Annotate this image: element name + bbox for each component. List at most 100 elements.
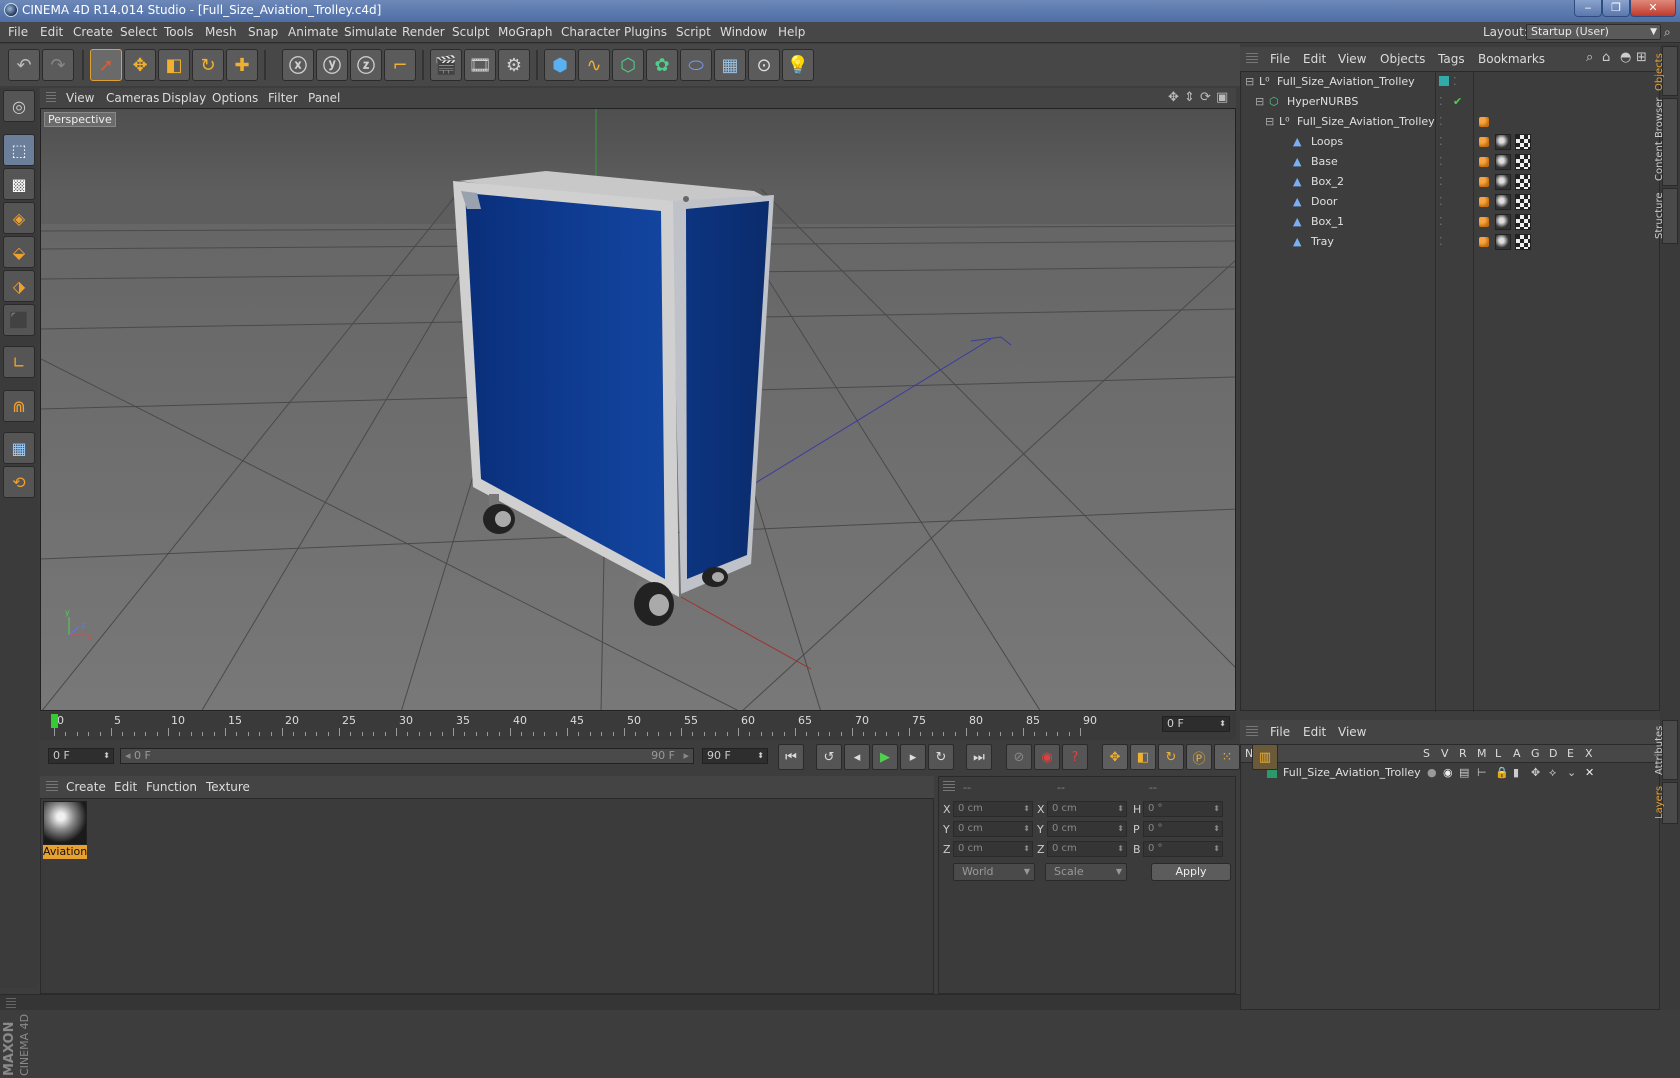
material-tag-icon[interactable] <box>1495 134 1511 150</box>
model-mode-icon[interactable]: ⬚ <box>3 134 35 166</box>
tab-content-browser[interactable]: Content Browser <box>1654 98 1678 186</box>
layout-select[interactable]: Startup (User) ▼ <box>1526 24 1661 40</box>
material-tag-icon[interactable] <box>1495 174 1511 190</box>
menu-mesh[interactable]: Mesh <box>205 25 237 39</box>
object-menu-objects[interactable]: Objects <box>1380 52 1425 66</box>
material-tag-icon[interactable] <box>1495 234 1511 250</box>
spinner-icon[interactable]: ⬍ <box>1117 842 1124 856</box>
end-frame-field[interactable]: 90 F ⬍ <box>702 748 768 764</box>
locked-workplane-icon[interactable]: ⟲ <box>3 466 35 498</box>
add-icon[interactable]: ✚ <box>226 49 258 81</box>
layer-col-manager[interactable]: M <box>1477 747 1487 760</box>
visibility-dots-icon[interactable]: ⁚ <box>1439 115 1443 128</box>
spinner-icon[interactable]: ⬍ <box>1213 842 1220 856</box>
menu-file[interactable]: File <box>8 25 28 39</box>
render-settings-icon[interactable]: ⚙ <box>498 49 530 81</box>
live-selection-icon[interactable]: ➚ <box>90 49 122 81</box>
eye-icon[interactable]: ◓ <box>1620 50 1631 65</box>
menu-create[interactable]: Create <box>73 25 113 39</box>
viewport-menu-view[interactable]: View <box>66 91 94 105</box>
visibility-dots-icon[interactable]: ⁚ <box>1439 195 1443 208</box>
previous-frame-button[interactable]: ◂ <box>844 744 870 770</box>
workplane-icon[interactable]: ◈ <box>3 202 35 234</box>
nurbs-icon[interactable]: ⬡ <box>612 49 644 81</box>
object-menu-edit[interactable]: Edit <box>1303 52 1326 66</box>
range-left-arrow-icon[interactable]: ◂ <box>125 749 134 762</box>
search-icon[interactable]: ⌕ <box>1586 50 1593 65</box>
layer-col-locked[interactable]: L <box>1495 747 1501 760</box>
home-icon[interactable]: ⌂ <box>1602 50 1610 65</box>
visibility-dots-icon[interactable]: ⁚ <box>1453 75 1457 88</box>
layer-menu-view[interactable]: View <box>1338 725 1366 739</box>
uvw-tag-icon[interactable] <box>1515 214 1531 230</box>
material-tag-icon[interactable] <box>1495 194 1511 210</box>
transform-mode-dropdown[interactable]: Scale ▼ <box>1045 863 1127 881</box>
layer-col-expressions[interactable]: E <box>1567 747 1574 760</box>
next-frame-button[interactable]: ▸ <box>900 744 926 770</box>
object-row[interactable]: ⊟ L⁰ Full_Size_Aviation_Trolley ⁚ <box>1241 72 1659 92</box>
material-menu-edit[interactable]: Edit <box>114 780 137 794</box>
toggle-view-icon[interactable]: ▣ <box>1216 90 1228 105</box>
spinner-icon[interactable]: ⬍ <box>757 749 764 763</box>
phong-tag-icon[interactable] <box>1479 137 1489 147</box>
timeline-ruler[interactable]: 0 5 10 15 20 25 30 35 40 45 50 55 60 65 70 75 80 85 90 0 F… <box>40 712 1236 740</box>
floor-icon[interactable]: ▦ <box>714 49 746 81</box>
size-y-field[interactable]: 0 cm ⬍ <box>1047 821 1127 837</box>
rot-p-field[interactable]: 0 ° ⬍ <box>1143 821 1223 837</box>
phong-tag-icon[interactable] <box>1479 177 1489 187</box>
timeline-playhead[interactable] <box>51 714 58 728</box>
phong-tag-icon[interactable] <box>1479 157 1489 167</box>
camera-label[interactable]: Perspective <box>44 112 116 127</box>
key-scale-icon[interactable]: ◧ <box>1130 744 1156 770</box>
go-to-end-button[interactable]: ⏭ <box>966 744 992 770</box>
play-button[interactable]: ▶ <box>872 744 898 770</box>
spline-icon[interactable]: ∿ <box>578 49 610 81</box>
layer-row[interactable]: Full_Size_Aviation_Trolley ● ◉ ▤ ⊢ 🔒 ▮ ✥… <box>1241 763 1659 783</box>
apply-button[interactable]: Apply <box>1151 863 1231 881</box>
phong-tag-icon[interactable] <box>1479 217 1489 227</box>
phong-tag-icon[interactable] <box>1479 197 1489 207</box>
range-right-arrow-icon[interactable]: ▸ <box>683 749 689 763</box>
menu-render[interactable]: Render <box>402 25 445 39</box>
pos-z-field[interactable]: 0 cm ⬍ <box>953 841 1033 857</box>
viewport-menu-filter[interactable]: Filter <box>268 91 298 105</box>
workplane-lock-icon[interactable]: ▦ <box>3 432 35 464</box>
object-row[interactable]: ⊟ ⬡ HyperNURBS ⁚ ✔ <box>1241 92 1659 112</box>
lock-icon[interactable]: 🔒 <box>1495 766 1509 779</box>
material-tag-icon[interactable] <box>1495 214 1511 230</box>
material-preview-sphere[interactable] <box>43 801 87 845</box>
camera-icon[interactable]: ⊙ <box>748 49 780 81</box>
uvw-tag-icon[interactable] <box>1515 194 1531 210</box>
key-parameter-icon[interactable]: Ⓟ <box>1186 744 1212 770</box>
perspective-viewport[interactable]: y x z Perspective <box>40 108 1236 711</box>
material-menu-create[interactable]: Create <box>66 780 106 794</box>
zoom-view-icon[interactable]: ⇕ <box>1184 90 1195 105</box>
menu-animate[interactable]: Animate <box>288 25 338 39</box>
panel-grip-icon[interactable] <box>1246 726 1258 738</box>
tab-objects[interactable]: Objects <box>1654 46 1678 96</box>
autokey-icon[interactable]: ? <box>1062 744 1088 770</box>
points-mode-icon[interactable]: ⬙ <box>3 236 35 268</box>
menu-simulate[interactable]: Simulate <box>344 25 397 39</box>
rot-h-field[interactable]: 0 ° ⬍ <box>1143 801 1223 817</box>
tab-structure[interactable]: Structure <box>1654 188 1678 244</box>
material-menu-texture[interactable]: Texture <box>206 780 250 794</box>
undo-icon[interactable]: ↶ <box>8 49 40 81</box>
object-row[interactable]: ▲ Loops ⁚ <box>1241 132 1659 152</box>
edges-mode-icon[interactable]: ⬗ <box>3 270 35 302</box>
new-panel-icon[interactable]: ⊞ <box>1636 50 1647 65</box>
rotate-view-icon[interactable]: ⟳ <box>1200 90 1211 105</box>
rotate-icon[interactable]: ↻ <box>192 49 224 81</box>
menu-mograph[interactable]: MoGraph <box>498 25 553 39</box>
visibility-dots-icon[interactable]: ⁚ <box>1439 175 1443 188</box>
key-position-icon[interactable]: ✥ <box>1102 744 1128 770</box>
expand-icon[interactable]: ⊟ <box>1255 95 1264 108</box>
rot-b-field[interactable]: 0 ° ⬍ <box>1143 841 1223 857</box>
visibility-dots-icon[interactable]: ⁚ <box>1439 215 1443 228</box>
deformer-icon[interactable]: ⬭ <box>680 49 712 81</box>
menu-plugins[interactable]: Plugins <box>624 25 667 39</box>
size-z-field[interactable]: 0 cm ⬍ <box>1047 841 1127 857</box>
maximize-button[interactable]: ❐ <box>1602 0 1630 17</box>
xref-icon[interactable]: ✕ <box>1585 766 1594 779</box>
size-x-field[interactable]: 0 cm ⬍ <box>1047 801 1127 817</box>
